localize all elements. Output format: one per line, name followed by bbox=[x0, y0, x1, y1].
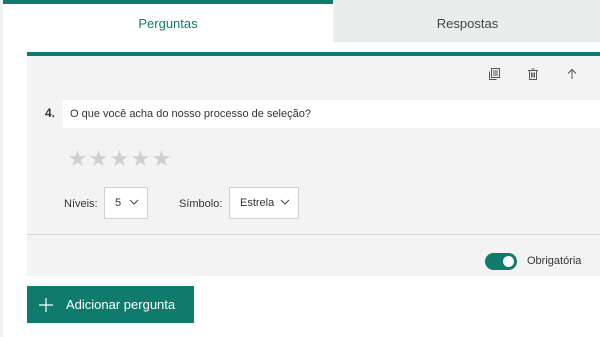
star-icon: ★ bbox=[88, 146, 109, 171]
levels-select[interactable]: 5 bbox=[104, 187, 148, 219]
tab-bar: Perguntas Respostas bbox=[3, 0, 600, 42]
question-card[interactable]: 4. O que você acha do nosso processo de … bbox=[27, 52, 600, 276]
tab-respostas[interactable]: Respostas bbox=[335, 0, 600, 42]
required-toggle[interactable] bbox=[485, 253, 517, 270]
star-icon: ★ bbox=[130, 146, 151, 171]
toggle-knob bbox=[503, 256, 514, 267]
required-label: Obrigatória bbox=[527, 255, 582, 267]
star-icon: ★ bbox=[151, 146, 172, 171]
question-title-input[interactable]: O que você acha do nosso processo de sel… bbox=[63, 100, 600, 128]
levels-label: Níveis: bbox=[64, 198, 98, 210]
star-icon: ★ bbox=[67, 146, 88, 171]
add-question-button[interactable]: Adicionar pergunta bbox=[27, 286, 194, 323]
star-icon: ★ bbox=[109, 146, 130, 171]
levels-value: 5 bbox=[115, 197, 122, 209]
delete-icon[interactable] bbox=[525, 66, 541, 82]
symbol-select[interactable]: Estrela bbox=[229, 187, 299, 219]
rating-stars: ★ ★ ★ ★ ★ bbox=[67, 148, 172, 170]
tab-perguntas[interactable]: Perguntas bbox=[3, 0, 333, 42]
chevron-down-icon bbox=[129, 199, 139, 205]
plus-icon bbox=[39, 297, 53, 312]
chevron-down-icon bbox=[280, 199, 290, 205]
question-number: 4. bbox=[45, 106, 56, 120]
symbol-value: Estrela bbox=[240, 197, 275, 209]
copy-question-icon[interactable] bbox=[486, 66, 502, 82]
symbol-label: Símbolo: bbox=[179, 198, 223, 210]
card-divider bbox=[27, 234, 600, 235]
move-up-icon[interactable] bbox=[564, 66, 580, 82]
add-question-label: Adicionar pergunta bbox=[66, 297, 176, 312]
